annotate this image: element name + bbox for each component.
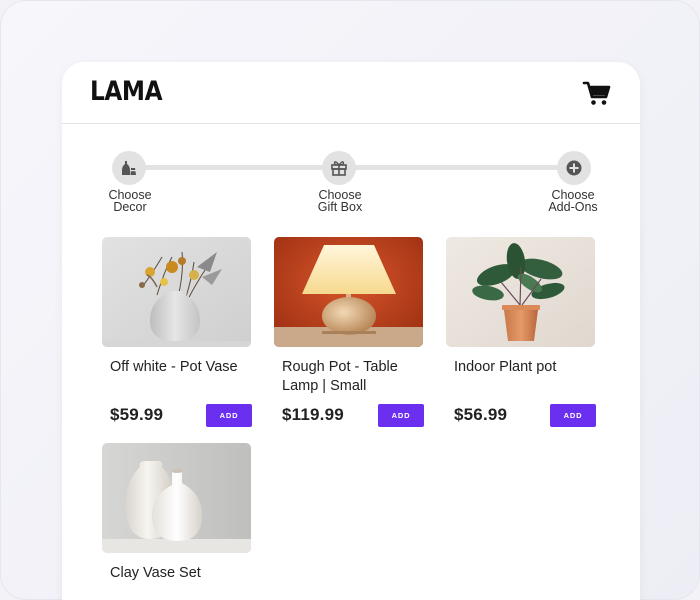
product-image-plant[interactable] [446, 237, 595, 347]
product-card: Clay Vase Set [102, 443, 252, 581]
shopping-cart-icon[interactable] [582, 78, 612, 108]
step-add-ons-label: Choose Add-Ons [548, 188, 598, 214]
step-gift-box-label: Choose Gift Box [317, 188, 363, 214]
gift-icon [331, 161, 347, 176]
product-name[interactable]: Indoor Plant pot [454, 358, 602, 377]
header: LAMA [62, 62, 640, 124]
add-button[interactable]: ADD [378, 404, 424, 427]
product-price: $59.99 [110, 405, 164, 424]
add-button[interactable]: ADD [206, 404, 252, 427]
product-image-clay-vase-set[interactable] [102, 443, 251, 553]
product-card: Off white - Pot Vase $59.99 ADD [102, 237, 252, 427]
add-button[interactable]: ADD [550, 404, 596, 427]
product-name[interactable]: Off white - Pot Vase [110, 358, 258, 377]
product-image-lamp[interactable] [274, 237, 423, 347]
step-decor[interactable] [112, 151, 146, 185]
product-name[interactable]: Clay Vase Set [110, 564, 258, 583]
step-add-ons[interactable] [557, 151, 591, 185]
vases-icon [122, 161, 136, 175]
step-decor-label: Choose Decor [108, 188, 152, 214]
product-image-vase[interactable] [102, 237, 251, 347]
product-name[interactable]: Rough Pot - Table Lamp | Small [282, 358, 430, 396]
plus-circle-icon [566, 160, 582, 176]
product-card: Rough Pot - Table Lamp | Small $119.99 A… [274, 237, 424, 427]
configurator-card: LAMA Choose Decor Choose Gift Box Choose… [62, 62, 640, 600]
step-gift-box[interactable] [322, 151, 356, 185]
brand-logo[interactable]: LAMA [90, 76, 163, 107]
product-card: Indoor Plant pot $56.99 ADD [446, 237, 596, 427]
product-price: $56.99 [454, 405, 508, 424]
product-price: $119.99 [282, 405, 344, 424]
